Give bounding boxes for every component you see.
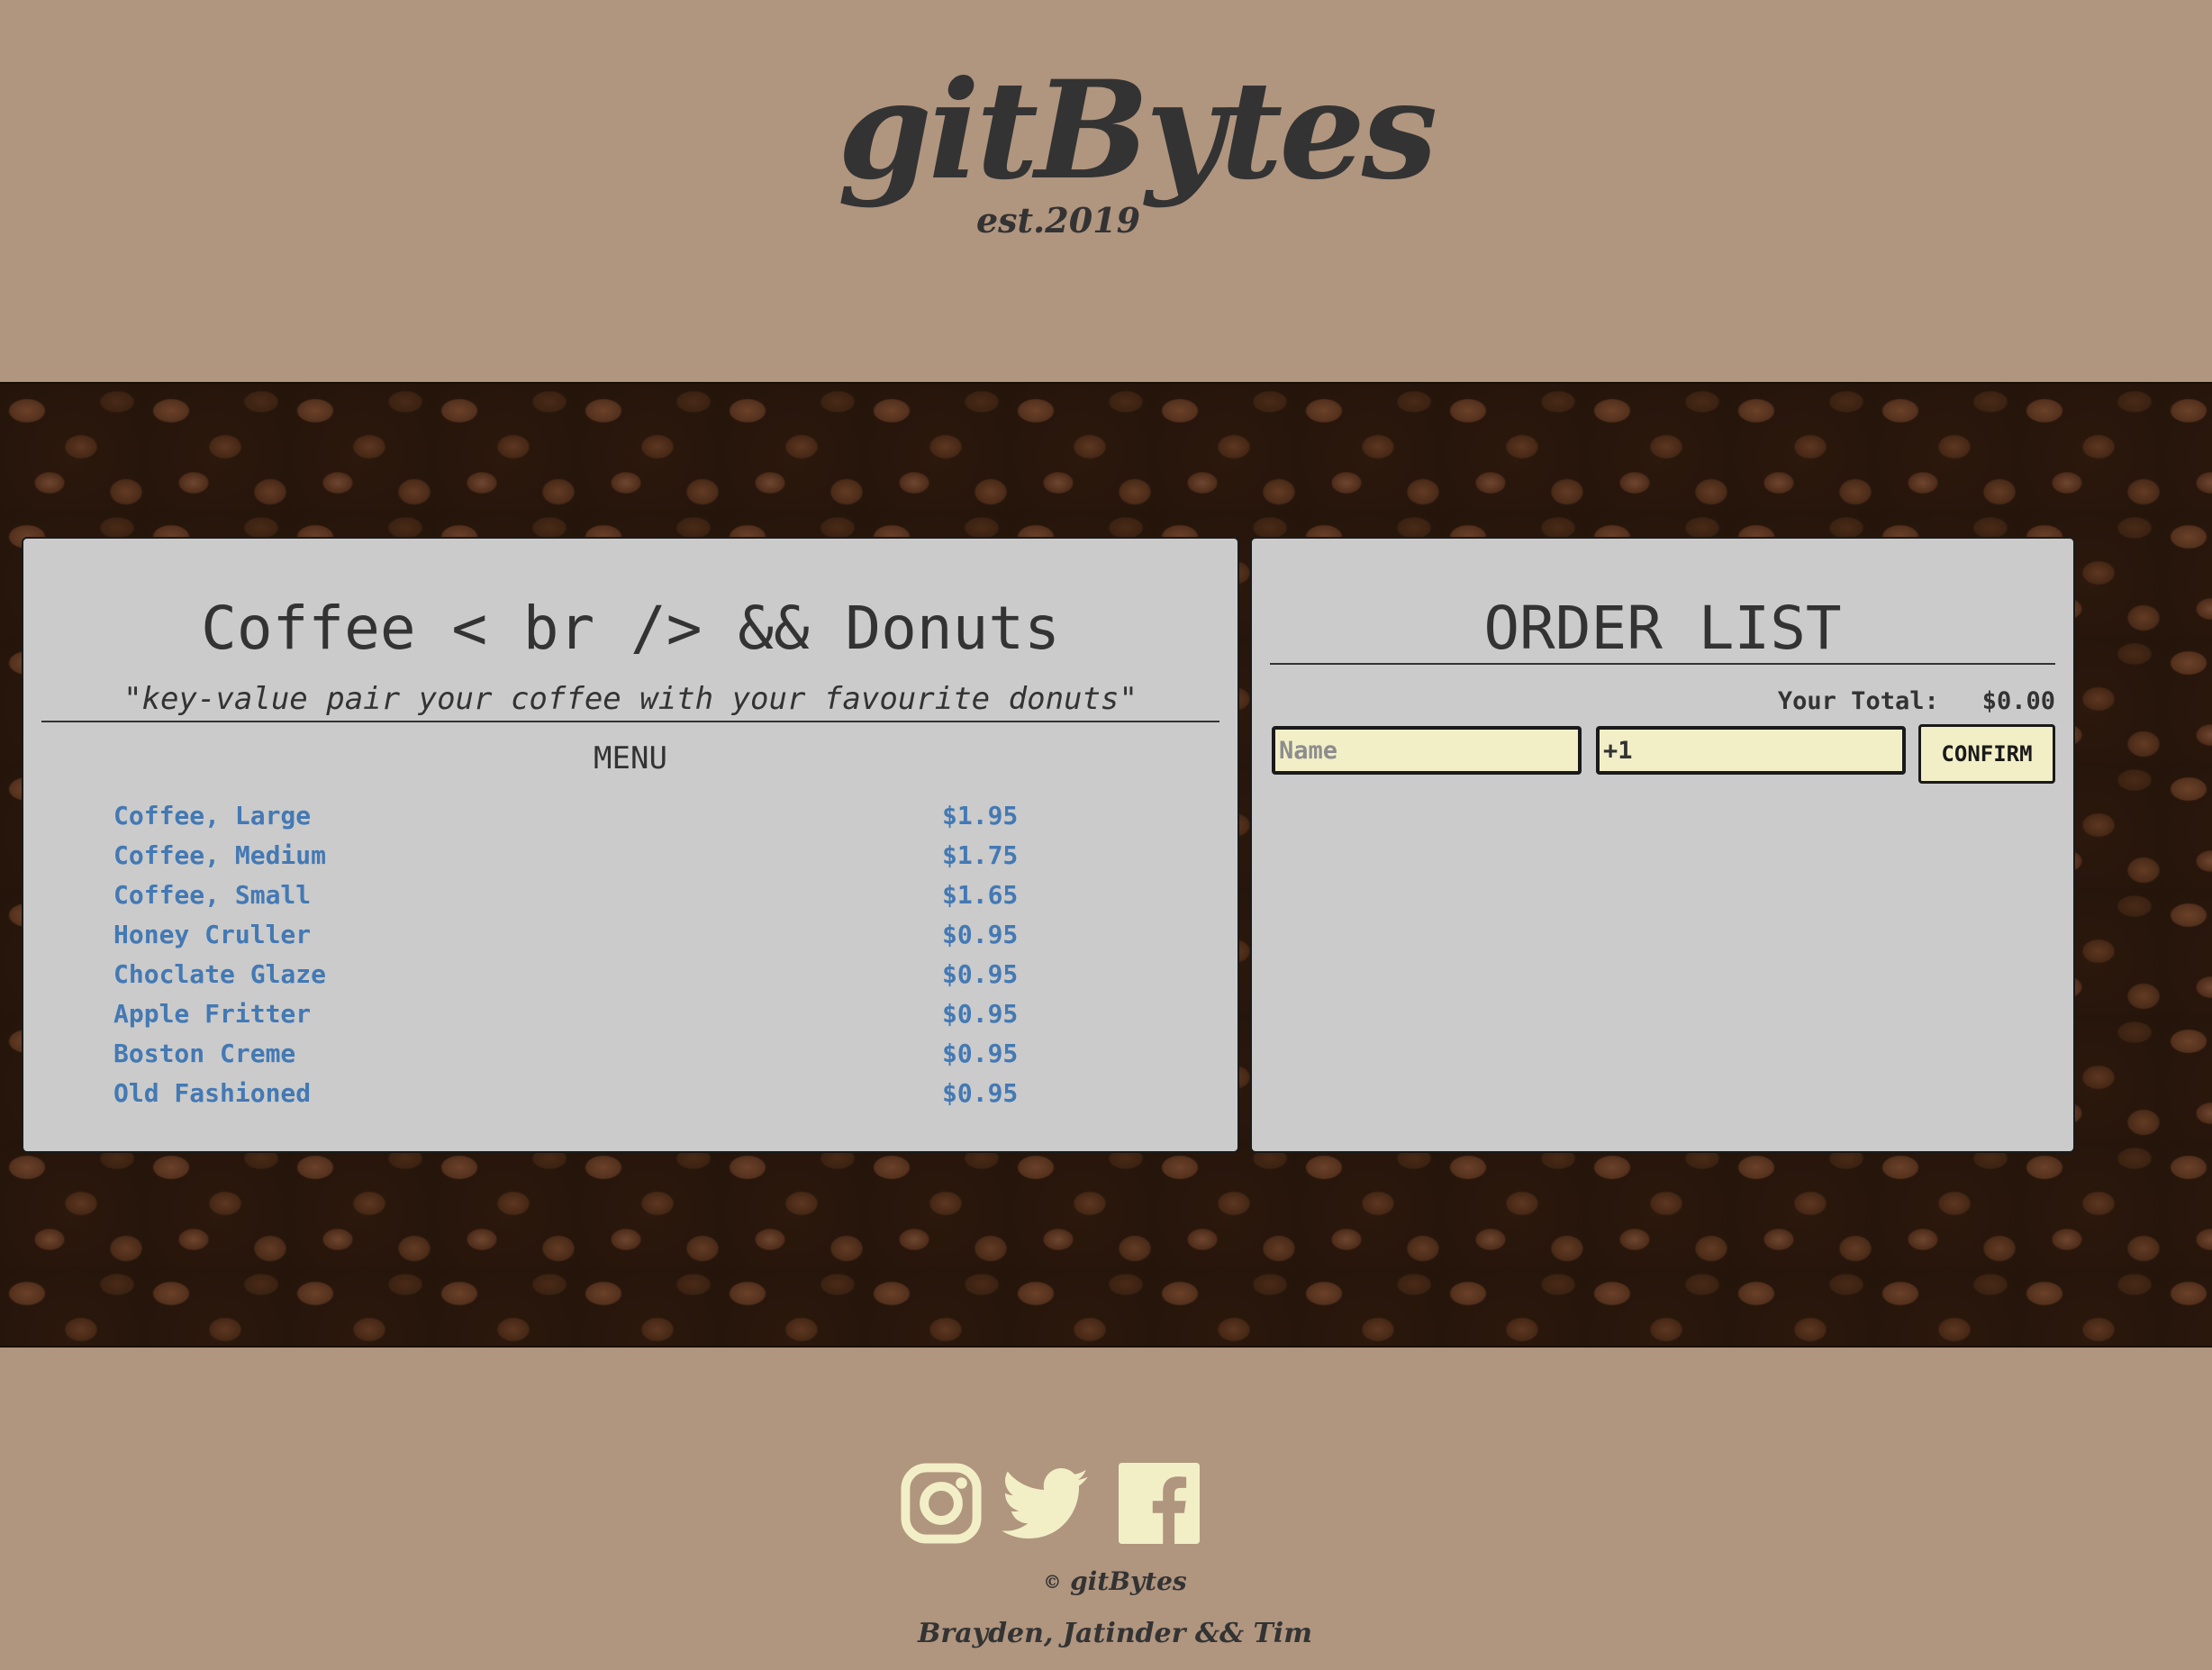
facebook-icon[interactable]	[1119, 1463, 1200, 1544]
menu-item-honey-cruller[interactable]: Honey Cruller $0.95	[113, 915, 1032, 955]
twitter-icon[interactable]	[1002, 1466, 1088, 1542]
order-divider	[1270, 663, 2055, 665]
menu-panel-title: Coffee < br /> && Donuts	[201, 594, 1060, 663]
menu-item-price: $1.65	[942, 880, 1019, 910]
confirm-button[interactable]: CONFIRM	[1918, 724, 2055, 784]
order-panel: ORDER LIST Your Total: $0.00 CONFIRM	[1250, 537, 2075, 1153]
menu-item-boston-creme[interactable]: Boston Creme $0.95	[113, 1034, 1032, 1074]
menu-heading: MENU	[594, 740, 667, 776]
menu-item-price: $1.75	[942, 840, 1019, 870]
quantity-input[interactable]	[1596, 726, 1906, 775]
menu-list: Coffee, Large $1.95 Coffee, Medium $1.75…	[113, 796, 1032, 1113]
menu-item-name: Apple Fritter	[113, 999, 312, 1029]
order-form: CONFIRM	[1272, 724, 2055, 784]
menu-item-coffee-large[interactable]: Coffee, Large $1.95	[113, 796, 1032, 836]
menu-item-name: Coffee, Large	[113, 801, 312, 830]
menu-item-price: $0.95	[942, 1078, 1019, 1108]
copyright-mark: ©	[1043, 1571, 1062, 1593]
menu-item-price: $0.95	[942, 1039, 1019, 1068]
menu-item-old-fashioned[interactable]: Old Fashioned $0.95	[113, 1074, 1032, 1113]
brand-logo[interactable]: gitBytes est.2019	[838, 51, 1437, 241]
brand-name: gitBytes	[838, 51, 1437, 210]
menu-item-name: Boston Creme	[113, 1039, 296, 1068]
menu-item-price: $0.95	[942, 920, 1019, 949]
menu-item-name: Coffee, Small	[113, 880, 312, 910]
menu-item-coffee-small[interactable]: Coffee, Small $1.65	[113, 876, 1032, 915]
menu-item-name: Coffee, Medium	[113, 840, 327, 870]
menu-item-name: Choclate Glaze	[113, 959, 327, 989]
social-links	[899, 1463, 1205, 1546]
order-list-title: ORDER LIST	[1483, 594, 1842, 663]
menu-item-name: Old Fashioned	[113, 1078, 312, 1108]
copyright: © gitBytes	[0, 1564, 2212, 1600]
menu-item-coffee-medium[interactable]: Coffee, Medium $1.75	[113, 836, 1032, 876]
menu-tagline: "key-value pair your coffee with your fa…	[123, 681, 1138, 717]
order-total: Your Total: $0.00	[1778, 686, 2055, 717]
menu-divider	[41, 721, 1219, 722]
menu-item-chocolate-glaze[interactable]: Choclate Glaze $0.95	[113, 955, 1032, 994]
name-input[interactable]	[1272, 726, 1582, 775]
menu-item-price: $0.95	[942, 959, 1019, 989]
copyright-name: gitBytes	[1070, 1566, 1187, 1596]
site-footer: © gitBytes Brayden, Jatinder && Tim	[0, 1348, 2212, 1670]
site-header: gitBytes est.2019	[0, 0, 2212, 382]
total-label: Your Total:	[1777, 687, 1939, 715]
menu-item-apple-fritter[interactable]: Apple Fritter $0.95	[113, 994, 1032, 1034]
menu-panel: Coffee < br /> && Donuts "key-value pair…	[22, 537, 1239, 1153]
credits: Brayden, Jatinder && Tim	[918, 1618, 1312, 1649]
menu-item-name: Honey Cruller	[113, 920, 312, 949]
instagram-icon[interactable]	[901, 1463, 982, 1544]
total-value: $0.00	[1981, 687, 2055, 715]
menu-item-price: $0.95	[942, 999, 1019, 1029]
menu-item-price: $1.95	[942, 801, 1019, 830]
